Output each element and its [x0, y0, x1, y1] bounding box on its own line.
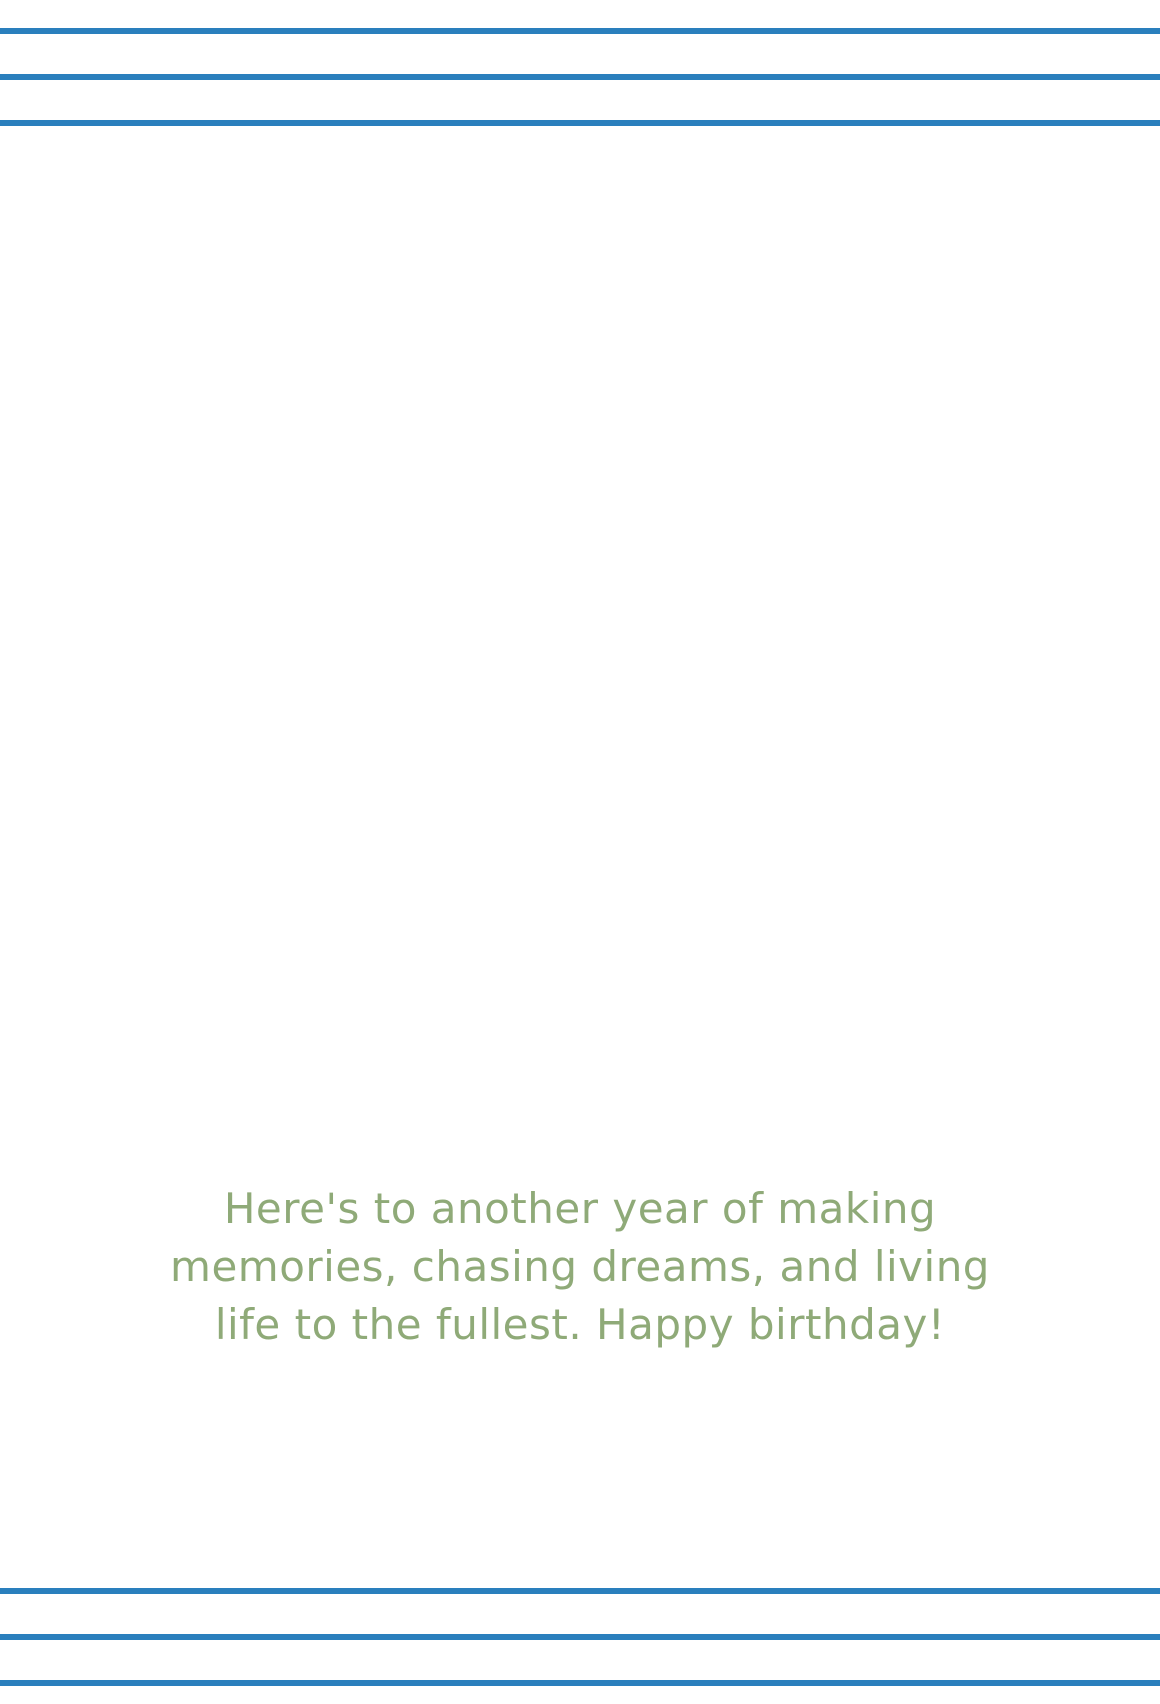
bottom-stripe-1 — [0, 1588, 1160, 1594]
top-stripe-1 — [0, 28, 1160, 34]
message-line-3: life to the fullest. Happy birthday! — [214, 1300, 946, 1349]
birthday-card: Here's to another year of making memorie… — [0, 0, 1160, 1704]
message-line-1: Here's to another year of making — [223, 1184, 937, 1233]
bottom-stripe-2 — [0, 1634, 1160, 1640]
message-line-2: memories, chasing dreams, and living — [170, 1242, 990, 1291]
birthday-message: Here's to another year of making memorie… — [140, 1180, 1020, 1354]
top-stripe-2 — [0, 74, 1160, 80]
bottom-stripe-3 — [0, 1680, 1160, 1686]
top-stripe-3 — [0, 120, 1160, 126]
